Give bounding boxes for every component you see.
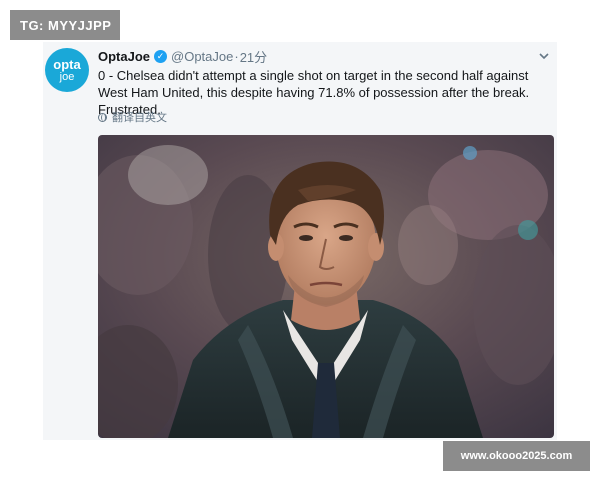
user-handle[interactable]: @OptaJoe [171,49,233,64]
tweet-photo[interactable] [98,135,554,438]
chevron-down-icon[interactable] [538,50,550,62]
tweet-timestamp[interactable]: 21分 [240,47,267,66]
watermark-label: www.okooo2025.com [443,441,590,471]
translate-link[interactable]: 翻译自英文 [98,110,167,124]
display-name[interactable]: OptaJoe [98,49,150,64]
separator-dot: · [234,48,239,64]
avatar[interactable]: opta joe [45,48,89,92]
verified-badge-icon: ✓ [154,49,168,63]
translate-label: 翻译自英文 [112,112,167,124]
tweet-header: OptaJoe ✓ @OptaJoe · 21分 [98,47,267,66]
avatar-line2: joe [59,70,75,83]
globe-icon [98,112,107,122]
tg-label: TG: MYYJJPP [10,10,120,40]
tweet-photo-image [98,135,554,438]
avatar-line1: opta [53,56,81,72]
